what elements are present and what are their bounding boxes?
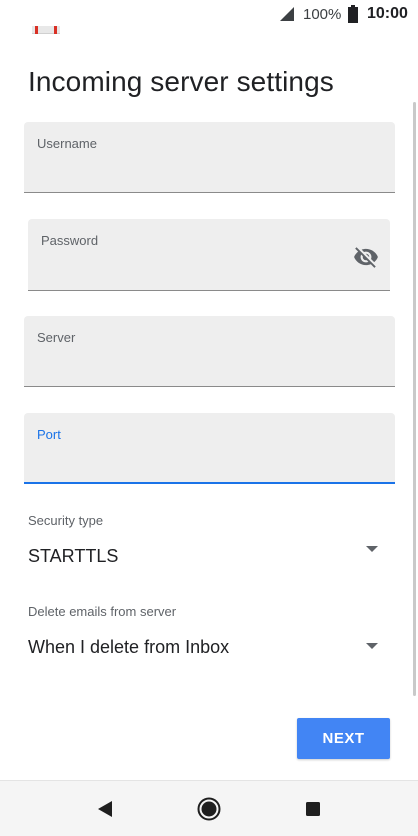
battery-percent: 100%: [303, 6, 342, 23]
visibility-off-icon: [354, 247, 378, 268]
signal-icon: [280, 7, 294, 21]
server-label: Server: [37, 330, 76, 345]
scrollbar[interactable]: [413, 102, 416, 696]
home-button[interactable]: [195, 795, 223, 823]
clock: 10:00: [367, 5, 408, 22]
port-input[interactable]: [37, 449, 337, 471]
username-label: Username: [37, 136, 97, 151]
back-icon: [98, 801, 112, 817]
password-input[interactable]: [41, 255, 321, 277]
battery-icon: [348, 5, 358, 23]
port-field[interactable]: Port: [24, 413, 395, 484]
delete-emails-value: When I delete from Inbox: [28, 637, 230, 657]
dropdown-arrow-icon: [360, 634, 384, 658]
delete-emails-dropdown[interactable]: When I delete from Inbox: [20, 626, 400, 670]
next-button[interactable]: NEXT: [297, 718, 390, 759]
dropdown-arrow-icon: [360, 537, 384, 561]
status-bar: 100% 10:00: [0, 0, 418, 34]
password-label: Password: [41, 233, 99, 248]
password-visibility-toggle[interactable]: [352, 243, 380, 271]
password-field[interactable]: Password: [28, 219, 390, 291]
app-logo-icon: [32, 26, 60, 36]
server-input[interactable]: [37, 352, 337, 374]
security-type-value: STARTTLS: [28, 546, 119, 566]
username-field[interactable]: Username: [24, 122, 395, 193]
home-icon: [197, 797, 221, 821]
recents-icon: [306, 802, 320, 816]
security-type-dropdown[interactable]: STARTTLS: [20, 535, 400, 579]
back-button[interactable]: [91, 795, 119, 823]
security-type-label: Security type: [28, 513, 104, 528]
username-input[interactable]: [37, 158, 337, 180]
server-field[interactable]: Server: [24, 316, 395, 387]
page-title: Incoming server settings: [28, 66, 334, 97]
recents-button[interactable]: [299, 795, 327, 823]
navigation-bar: [0, 780, 418, 836]
port-label: Port: [37, 427, 61, 442]
delete-emails-label: Delete emails from server: [28, 604, 177, 619]
